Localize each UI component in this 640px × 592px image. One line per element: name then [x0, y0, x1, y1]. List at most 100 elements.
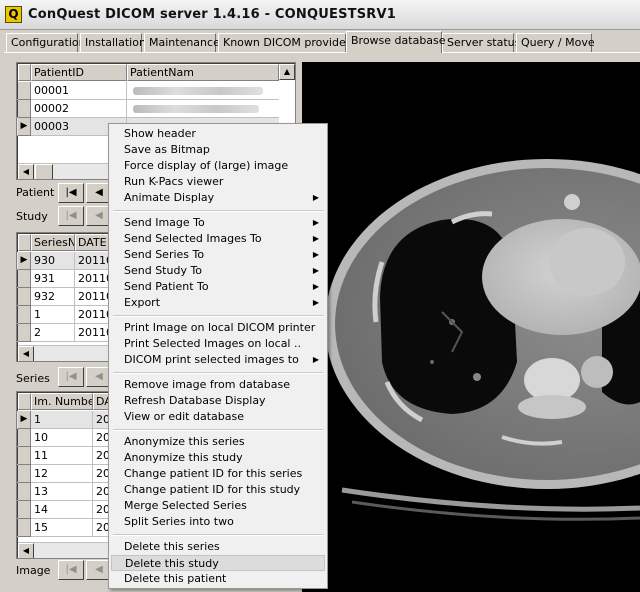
- menu-item-change-patient-id-study[interactable]: Change patient ID for this study: [111, 482, 325, 498]
- tab-installation[interactable]: Installation: [80, 33, 146, 52]
- menu-item-send-image-to[interactable]: Send Image To ▶: [111, 215, 325, 231]
- series-number-cell: 932: [31, 288, 75, 306]
- tab-server-status[interactable]: Server status: [442, 33, 520, 52]
- table-row[interactable]: 931 20110: [17, 270, 115, 288]
- study-first-button[interactable]: |◀: [58, 206, 84, 226]
- menu-item-animate-display[interactable]: Animate Display ▶: [111, 190, 325, 206]
- menu-item-dicom-print-selected-images[interactable]: DICOM print selected images to ▶: [111, 352, 325, 368]
- scroll-thumb[interactable]: [35, 164, 53, 179]
- menu-separator: [113, 534, 323, 536]
- submenu-arrow-icon: ▶: [312, 193, 319, 202]
- table-row[interactable]: 12 20: [17, 465, 115, 483]
- tab-bar: Configuration Installation Maintenance K…: [6, 31, 640, 53]
- menu-item-print-image-local[interactable]: Print Image on local DICOM printer: [111, 320, 325, 336]
- submenu-arrow-icon: ▶: [312, 355, 319, 364]
- dicom-image-viewer[interactable]: [302, 62, 640, 592]
- image-number-cell: 13: [31, 483, 93, 501]
- series-number-cell: 1: [31, 306, 75, 324]
- menu-item-show-header[interactable]: Show header: [111, 126, 325, 142]
- menu-item-send-selected-images-to[interactable]: Send Selected Images To ▶: [111, 231, 325, 247]
- table-row[interactable]: 00002: [17, 100, 279, 118]
- table-row[interactable]: 11 20: [17, 447, 115, 465]
- menu-item-split-series[interactable]: Split Series into two: [111, 514, 325, 530]
- submenu-arrow-icon: ▶: [312, 250, 319, 259]
- menu-item-refresh-database[interactable]: Refresh Database Display: [111, 393, 325, 409]
- submenu-arrow-icon: ▶: [312, 298, 319, 307]
- menu-item-save-as-bitmap[interactable]: Save as Bitmap: [111, 142, 325, 158]
- scroll-left-button[interactable]: ◀: [18, 346, 34, 361]
- column-header-image-number[interactable]: Im. Number: [31, 393, 93, 410]
- menu-item-merge-selected-series[interactable]: Merge Selected Series: [111, 498, 325, 514]
- menu-item-view-edit-database[interactable]: View or edit database: [111, 409, 325, 425]
- ct-scan-image: [302, 62, 640, 592]
- menu-item-delete-patient[interactable]: Delete this patient: [111, 571, 325, 587]
- submenu-arrow-icon: ▶: [312, 234, 319, 243]
- menu-item-send-patient-to[interactable]: Send Patient To ▶: [111, 279, 325, 295]
- tab-maintenance[interactable]: Maintenance: [144, 33, 220, 52]
- row-indicator: [18, 288, 31, 306]
- study-nav-label: Study: [16, 210, 48, 223]
- menu-item-delete-study[interactable]: Delete this study: [111, 555, 325, 571]
- image-number-cell: 1: [31, 411, 93, 429]
- menu-item-force-display-large-image[interactable]: Force display of (large) image: [111, 158, 325, 174]
- table-row[interactable]: 2 20110: [17, 324, 115, 342]
- menu-item-delete-series[interactable]: Delete this series: [111, 539, 325, 555]
- tab-query-move[interactable]: Query / Move: [516, 33, 595, 52]
- tab-known-dicom-providers[interactable]: Known DICOM providers: [218, 33, 356, 52]
- menu-separator: [113, 210, 323, 212]
- column-header-seriesnumber[interactable]: SeriesNu: [31, 234, 75, 251]
- menu-separator: [113, 372, 323, 374]
- menu-item-anonymize-study[interactable]: Anonymize this study: [111, 450, 325, 466]
- menu-item-anonymize-series[interactable]: Anonymize this series: [111, 434, 325, 450]
- table-row[interactable]: ▶ 1 20: [17, 411, 115, 429]
- table-row[interactable]: 10 20: [17, 429, 115, 447]
- menu-item-print-selected-images-local[interactable]: Print Selected Images on local ..: [111, 336, 325, 352]
- image-first-button[interactable]: |◀: [58, 560, 84, 580]
- menu-item-send-series-to[interactable]: Send Series To ▶: [111, 247, 325, 263]
- menu-item-label: Send Selected Images To: [124, 232, 262, 245]
- menu-item-run-kpacs-viewer[interactable]: Run K-Pacs viewer: [111, 174, 325, 190]
- context-menu: Show header Save as Bitmap Force display…: [108, 123, 328, 589]
- menu-item-label: Export: [124, 296, 161, 309]
- row-indicator: [18, 465, 31, 483]
- table-row[interactable]: 14 20: [17, 501, 115, 519]
- scroll-up-button[interactable]: ▲: [279, 64, 295, 80]
- menu-separator: [113, 429, 323, 431]
- tab-browse-database[interactable]: Browse database: [346, 31, 446, 53]
- menu-item-export[interactable]: Export ▶: [111, 295, 325, 311]
- column-header-patientname[interactable]: PatientNam: [127, 64, 279, 81]
- horizontal-scrollbar[interactable]: ◀: [18, 542, 115, 558]
- table-row[interactable]: 00001: [17, 82, 279, 100]
- menu-item-label: Send Patient To: [124, 280, 209, 293]
- submenu-arrow-icon: ▶: [312, 266, 319, 275]
- menu-item-send-study-to[interactable]: Send Study To ▶: [111, 263, 325, 279]
- menu-item-label: Send Series To: [124, 248, 205, 261]
- menu-item-remove-image[interactable]: Remove image from database: [111, 377, 325, 393]
- series-nav-label: Series: [16, 372, 50, 385]
- scroll-left-button[interactable]: ◀: [18, 164, 34, 179]
- tab-configuration[interactable]: Configuration: [6, 33, 86, 52]
- redacted-name: [133, 87, 263, 95]
- table-row[interactable]: 932 20110: [17, 288, 115, 306]
- column-header-patientid[interactable]: PatientID: [31, 64, 127, 81]
- image-number-cell: 15: [31, 519, 93, 537]
- row-indicator: [18, 501, 31, 519]
- row-indicator: [18, 519, 31, 537]
- row-indicator: [18, 429, 31, 447]
- current-row-indicator-icon: ▶: [18, 118, 31, 136]
- scroll-left-button[interactable]: ◀: [18, 543, 34, 558]
- table-row[interactable]: ▶ 930 20110: [17, 252, 115, 270]
- title-bar: Q ConQuest DICOM server 1.4.16 - CONQUES…: [0, 0, 640, 30]
- row-indicator: [18, 82, 31, 100]
- redacted-name: [133, 105, 259, 113]
- series-first-button[interactable]: |◀: [58, 367, 84, 387]
- horizontal-scrollbar[interactable]: ◀: [18, 345, 115, 361]
- row-indicator: [18, 483, 31, 501]
- menu-item-change-patient-id-series[interactable]: Change patient ID for this series: [111, 466, 325, 482]
- table-row[interactable]: 1 20110: [17, 306, 115, 324]
- patient-first-button[interactable]: |◀: [58, 183, 84, 203]
- table-row[interactable]: 15 20: [17, 519, 115, 537]
- table-row[interactable]: 13 20: [17, 483, 115, 501]
- menu-item-label: Animate Display: [124, 191, 215, 204]
- row-indicator-header: [18, 64, 31, 81]
